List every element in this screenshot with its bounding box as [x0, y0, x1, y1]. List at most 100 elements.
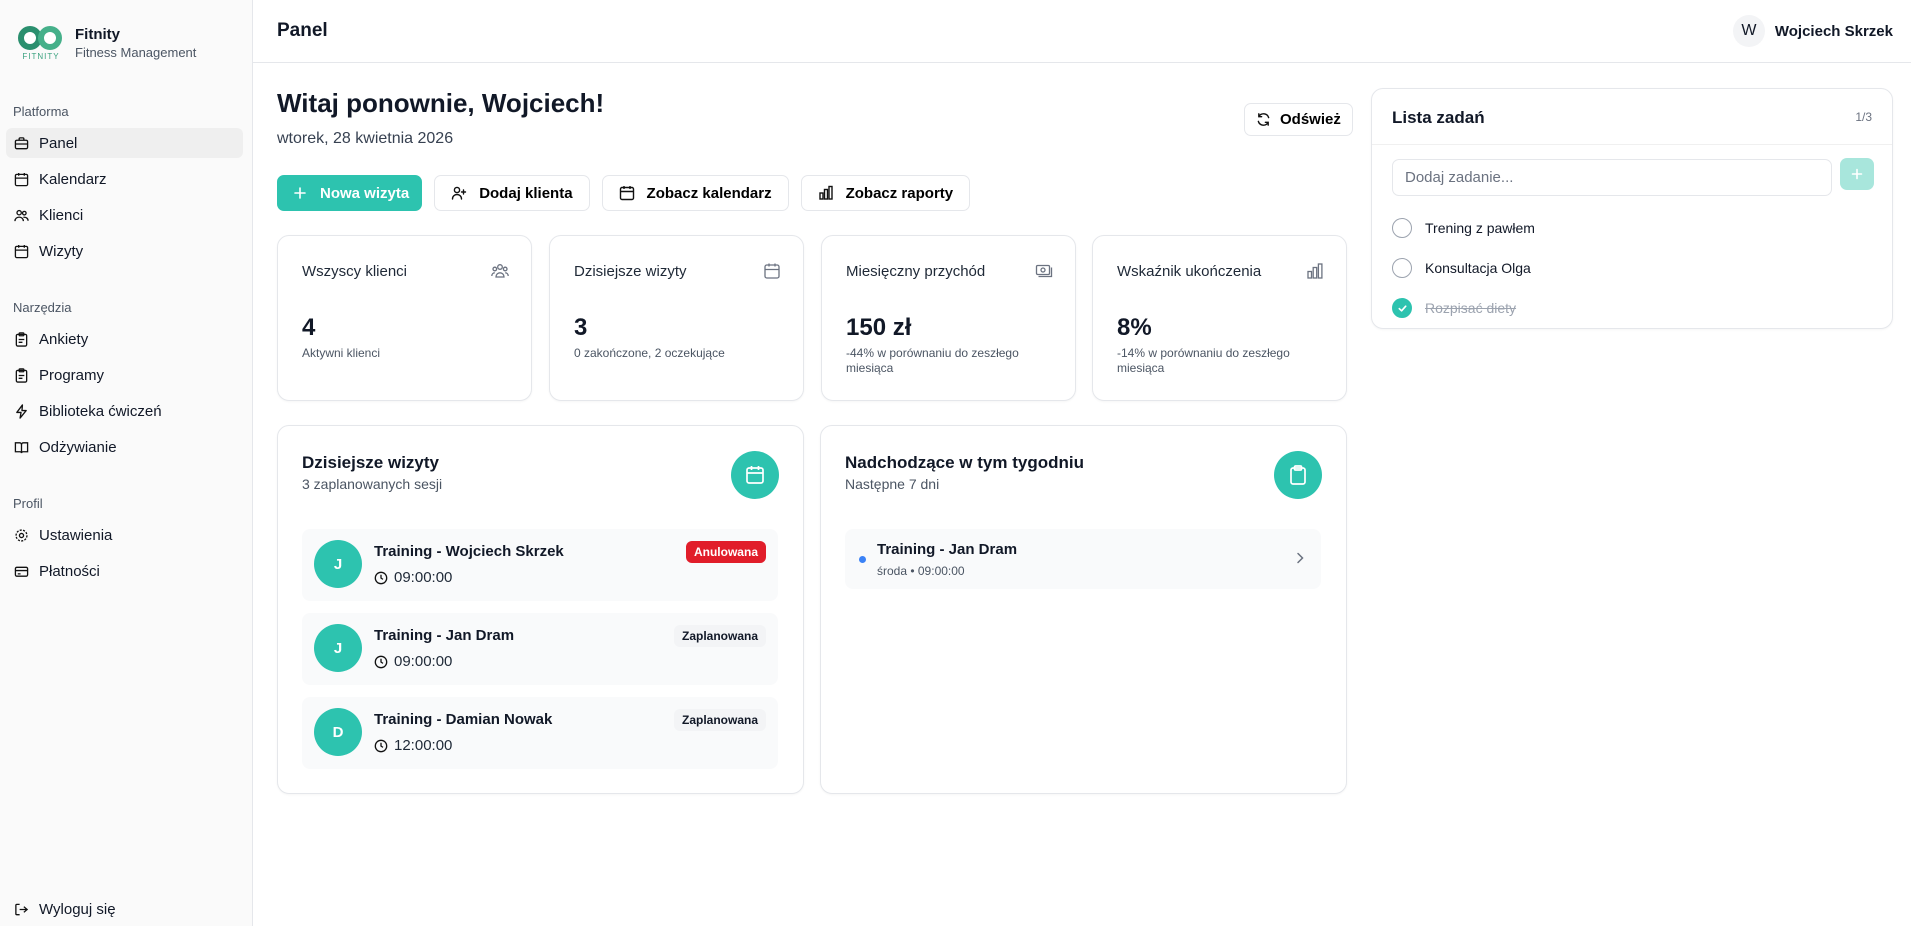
task-label: Konsultacja Olga: [1425, 260, 1531, 276]
calendar-icon: [764, 263, 780, 279]
lightning-icon: [16, 403, 27, 419]
sidebar-item-label: Panel: [39, 134, 78, 152]
sidebar-item-ankiety[interactable]: Ankiety: [6, 324, 243, 354]
status-badge: Zaplanowana: [673, 709, 766, 731]
sidebar-item-wizyty[interactable]: Wizyty: [6, 236, 243, 266]
task-list-card: Lista zadań 1/3 Trening z pawłem Konsult…: [1371, 88, 1893, 329]
sidebar-item-label: Odżywianie: [39, 438, 117, 456]
task-item[interactable]: Trening z pawłem: [1392, 216, 1535, 240]
stat-value: 4: [302, 314, 316, 341]
nav-section-platforma: Platforma: [13, 104, 69, 119]
logo-ring-right: [38, 26, 62, 50]
sidebar-item-kalendarz[interactable]: Kalendarz: [6, 164, 243, 194]
view-calendar-label: Zobacz kalendarz: [646, 184, 772, 202]
sidebar-item-label: Biblioteka ćwiczeń: [39, 402, 162, 420]
clock-icon: [374, 571, 388, 584]
check-icon: [1397, 304, 1407, 312]
view-calendar-button[interactable]: Zobacz kalendarz: [601, 175, 789, 211]
sidebar-item-ustawienia[interactable]: Ustawienia: [6, 520, 243, 550]
stat-label: Wszyscy klienci: [302, 263, 408, 280]
calendar-icon: [14, 172, 29, 186]
visit-row[interactable]: D Training - Damian Nowak 12:00:00 Zapla…: [302, 697, 778, 769]
user-menu[interactable]: W Wojciech Skrzek: [1732, 15, 1893, 47]
sidebar-item-panel[interactable]: Panel: [6, 128, 243, 158]
add-client-button[interactable]: Dodaj klienta: [434, 175, 590, 211]
sidebar-item-biblioteka-cwiczen[interactable]: Biblioteka ćwiczeń: [6, 396, 243, 426]
task-list-title: Lista zadań: [1392, 108, 1485, 127]
brand-name: Fitnity: [75, 26, 120, 43]
visit-name: Training - Damian Nowak: [374, 711, 553, 728]
upcoming-name: Training - Jan Dram: [877, 541, 1018, 558]
upcoming-card: Nadchodzące w tym tygodniu Następne 7 dn…: [820, 425, 1347, 794]
card-subtitle: Następne 7 dni: [845, 476, 940, 492]
card-title: Nadchodzące w tym tygodniu: [845, 453, 1084, 472]
task-label: Rozpisać diety: [1425, 300, 1517, 316]
sidebar-item-klienci[interactable]: Klienci: [6, 200, 243, 230]
task-item[interactable]: Rozpisać diety: [1392, 296, 1516, 320]
sidebar-item-label: Wizyty: [39, 242, 84, 260]
sidebar-item-label: Płatności: [39, 562, 100, 580]
plus-icon: [294, 187, 306, 199]
new-visit-label: Nowa wizyta: [320, 184, 410, 202]
current-date: wtorek, 28 kwietnia 2026: [277, 130, 454, 147]
stat-value: 150 zł: [846, 314, 912, 341]
clock-icon: [374, 739, 388, 752]
visit-time: 12:00:00: [374, 737, 452, 754]
clipboard-icon: [15, 331, 28, 347]
task-checkbox[interactable]: [1392, 218, 1412, 238]
add-task-button[interactable]: [1840, 158, 1874, 190]
visit-time-label: 12:00:00: [394, 737, 453, 754]
view-reports-label: Zobacz raporty: [845, 184, 954, 202]
add-client-label: Dodaj klienta: [479, 184, 573, 202]
avatar: W: [1732, 15, 1765, 47]
sidebar-item-odzywianie[interactable]: Odżywianie: [6, 432, 243, 462]
card-title: Dzisiejsze wizyty: [302, 453, 440, 472]
plus-icon: [1851, 168, 1863, 180]
logout-button[interactable]: Wyloguj się: [6, 894, 243, 924]
task-checkbox[interactable]: [1392, 298, 1412, 318]
user-name: Wojciech Skrzek: [1774, 22, 1893, 40]
refresh-button[interactable]: Odśwież: [1244, 103, 1353, 136]
sidebar-item-label: Ankiety: [39, 330, 89, 348]
visit-avatar: J: [314, 624, 362, 672]
briefcase-icon: [14, 136, 29, 149]
visit-time: 09:00:00: [374, 569, 452, 586]
task-input[interactable]: [1392, 159, 1832, 196]
clock-icon: [374, 655, 388, 668]
fitnity-logo: FITNITY: [18, 24, 64, 62]
sidebar-item-programy[interactable]: Programy: [6, 360, 243, 390]
sidebar-item-label: Ustawienia: [39, 526, 113, 544]
quick-actions: Nowa wizyta Dodaj klienta Zobacz kalenda…: [277, 175, 971, 211]
visit-time-label: 09:00:00: [394, 569, 453, 586]
refresh-label: Odśwież: [1280, 111, 1341, 128]
new-visit-button[interactable]: Nowa wizyta: [277, 175, 423, 211]
sidebar-item-label: Programy: [39, 366, 105, 384]
visit-row[interactable]: J Training - Jan Dram 09:00:00 Zaplanowa…: [302, 613, 778, 685]
stat-value: 8%: [1117, 314, 1152, 341]
logout-icon: [15, 903, 29, 915]
stat-card-monthly-revenue: Miesięczny przychód 150 zł -44% w porówn…: [821, 235, 1076, 401]
gear-icon: [15, 528, 28, 542]
view-reports-button[interactable]: Zobacz raporty: [800, 175, 971, 211]
logo-wordmark: FITNITY: [22, 52, 60, 61]
sidebar-item-platnosci[interactable]: Płatności: [6, 556, 243, 586]
visit-time-label: 09:00:00: [394, 653, 453, 670]
stat-subtext: -14% w porównaniu do zeszłego miesiąca: [1117, 346, 1290, 375]
brand-subtitle: Fitness Management: [75, 45, 197, 60]
sidebar: FITNITY Fitnity Fitness Management Platf…: [0, 0, 253, 926]
stat-card-completion-rate: Wskaźnik ukończenia 8% -14% w porównaniu…: [1092, 235, 1347, 401]
visit-time: 09:00:00: [374, 653, 452, 670]
brand[interactable]: FITNITY Fitnity Fitness Management: [18, 24, 196, 62]
welcome-heading: Witaj ponownie, Wojciech!: [277, 88, 605, 118]
refresh-icon: [1257, 113, 1270, 126]
task-item[interactable]: Konsultacja Olga: [1392, 256, 1531, 280]
status-badge: Zaplanowana: [673, 625, 766, 647]
bar-chart-icon: [1307, 263, 1323, 279]
visit-row[interactable]: J Training - Wojciech Skrzek 09:00:00 An…: [302, 529, 778, 601]
task-checkbox[interactable]: [1392, 258, 1412, 278]
status-badge: Anulowana: [685, 541, 766, 563]
visit-avatar: D: [314, 708, 362, 756]
logout-label: Wyloguj się: [39, 900, 116, 918]
sidebar-item-label: Klienci: [39, 206, 84, 224]
upcoming-item[interactable]: Training - Jan Dram środa • 09:00:00: [845, 529, 1321, 589]
